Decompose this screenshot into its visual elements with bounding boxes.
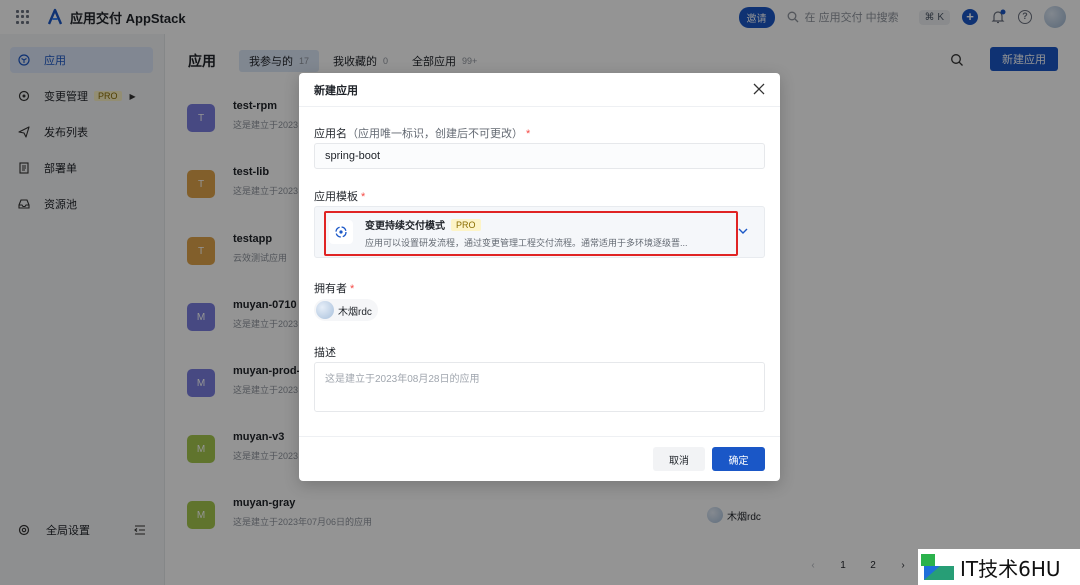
close-icon[interactable] — [753, 83, 765, 95]
required-mark: * — [526, 128, 531, 140]
confirm-button[interactable]: 确定 — [712, 447, 765, 471]
watermark-logo-icon — [921, 554, 954, 580]
app-name-input[interactable]: spring-boot — [314, 143, 765, 169]
dialog-title: 新建应用 — [299, 73, 780, 107]
description-textarea[interactable]: 这是建立于2023年08月28日的应用 — [314, 362, 765, 412]
cancel-button[interactable]: 取消 — [653, 447, 705, 471]
owner-label: 拥有者 * — [314, 280, 354, 296]
new-app-dialog: 新建应用 应用名（应用唯一标识，创建后不可更改） * spring-boot 应用… — [299, 73, 780, 481]
owner-name: 木烟rdc — [338, 306, 372, 318]
highlight-box — [324, 211, 738, 256]
required-mark: * — [361, 191, 366, 203]
template-label: 应用模板 * — [314, 188, 365, 204]
chevron-down-icon[interactable] — [738, 227, 748, 235]
avatar — [316, 301, 334, 319]
watermark-text: IT技术6HU — [960, 556, 1061, 581]
description-label: 描述 — [314, 347, 336, 359]
watermark: IT技术6HU — [918, 549, 1080, 585]
label-text: 拥有者 — [314, 283, 347, 295]
dialog-footer: 取消 确定 — [299, 436, 780, 481]
label-hint: （应用唯一标识，创建后不可更改） — [347, 128, 523, 140]
label-text: 应用模板 — [314, 191, 358, 203]
app-name-label: 应用名（应用唯一标识，创建后不可更改） * — [314, 125, 530, 141]
required-mark: * — [350, 283, 355, 295]
template-select[interactable]: 变更持续交付模式 PRO 应用可以设置研发流程，通过变更管理工程交付流程。通常适… — [314, 206, 765, 258]
owner-chip[interactable]: 木烟rdc — [314, 299, 378, 321]
label-text: 应用名 — [314, 128, 347, 140]
input-value: spring-boot — [325, 150, 381, 162]
